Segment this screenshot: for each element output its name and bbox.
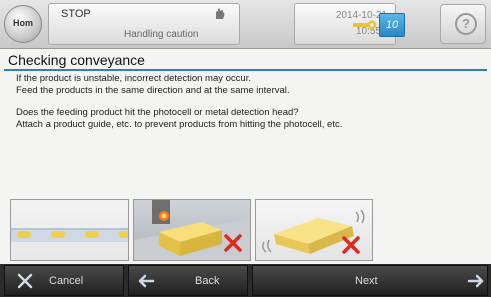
page-title: Checking conveyance [8,52,145,68]
back-label: Back [195,275,220,287]
error-x-icon [342,236,360,254]
arrow-right-icon [467,274,484,288]
hand-caution-icon [216,8,225,19]
help-button[interactable]: ? [440,4,486,44]
next-button[interactable]: Next [252,265,488,296]
back-button[interactable]: Back [128,265,248,296]
arrow-left-icon [138,274,155,288]
close-icon [17,273,33,289]
instruction-line: Attach a product guide, etc. to prevent … [16,118,343,130]
status-message: Handling caution [124,29,199,40]
question-icon: ? [455,13,477,35]
instruction-line: Feed the products in the same direction … [16,84,290,96]
instruction-line: Does the feeding product hit the photoce… [16,107,299,118]
level-badge: 10 [379,13,405,37]
title-divider [4,69,487,71]
illustration-photocell-hit [133,199,251,261]
machine-mode: STOP [61,8,91,20]
key-icon [353,20,377,30]
next-label: Next [355,275,378,287]
cancel-label: Cancel [49,275,84,287]
illustration-correct-feeding [10,199,129,261]
illustration-unstable-product [255,199,373,261]
instruction-line: If the product is unstable, incorrect de… [16,73,251,84]
instruction-text: If the product is unstable, incorrect de… [16,73,342,130]
home-button[interactable]: Hom [4,5,42,43]
home-label: Hom [13,18,33,28]
cancel-button[interactable]: Cancel [4,265,124,296]
status-panel: STOP Handling caution [48,3,240,45]
